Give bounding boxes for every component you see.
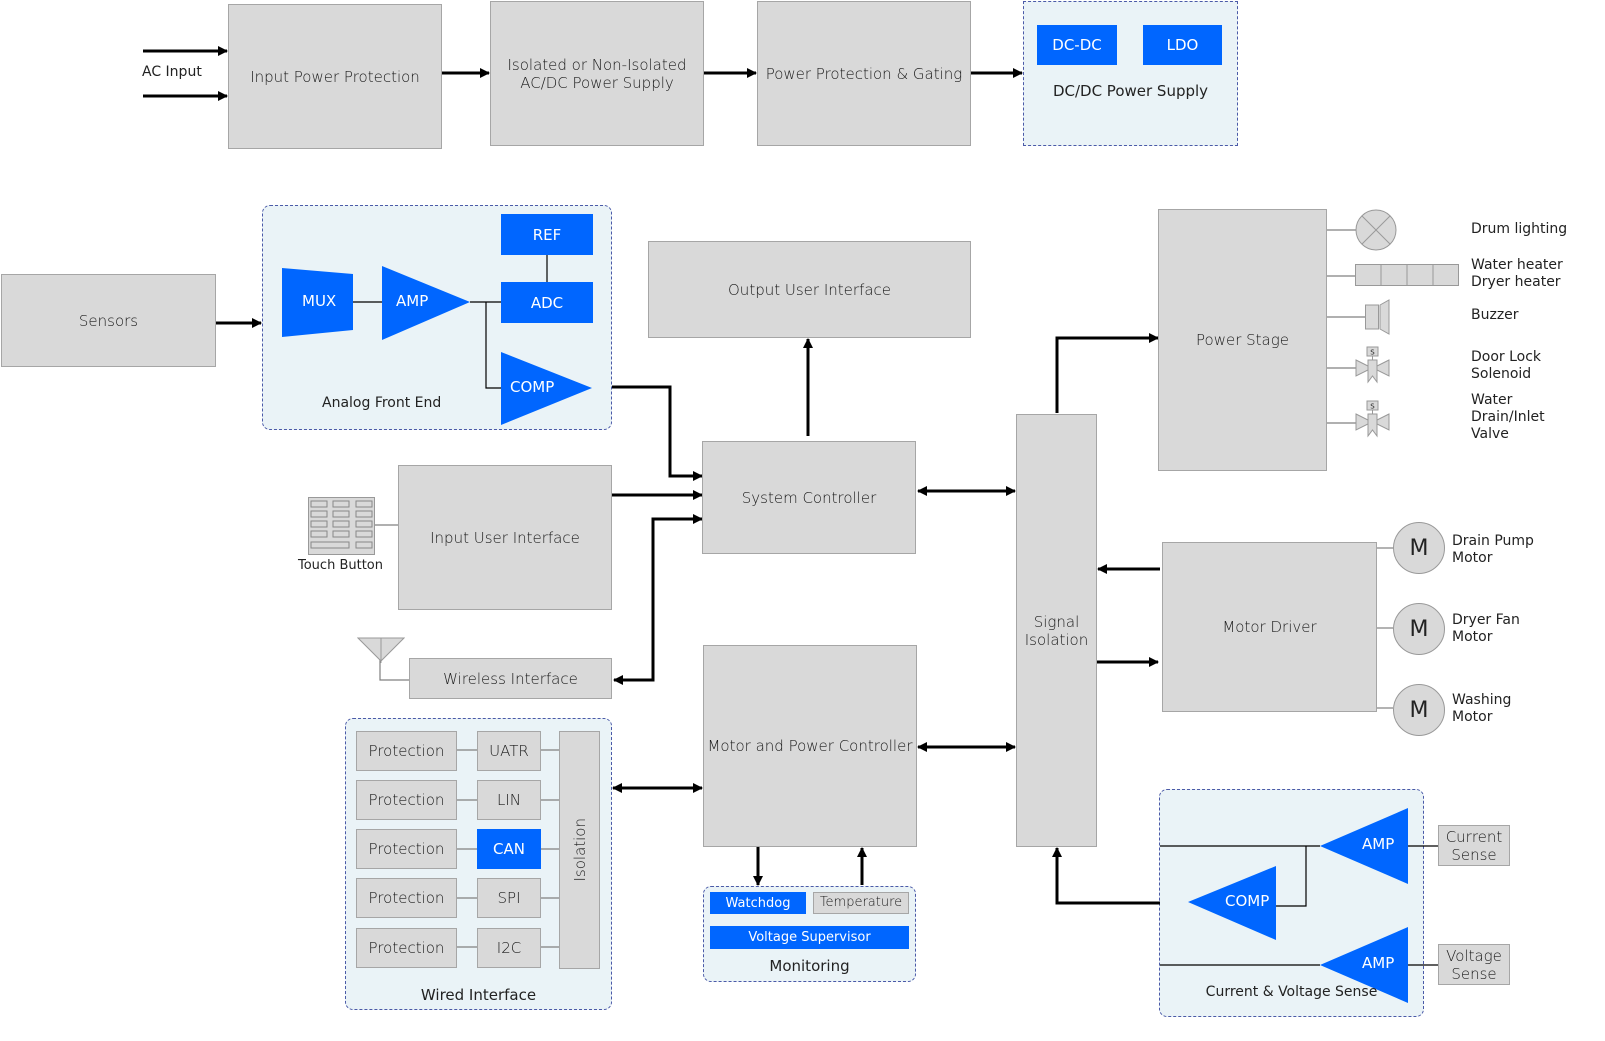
acdc-power-supply-block: Isolated or Non-Isolated AC/DC Power Sup… bbox=[490, 1, 704, 146]
monitoring-label: Monitoring bbox=[769, 957, 850, 975]
temperature-block: Temperature bbox=[813, 892, 909, 914]
sense-amp-top-label: AMP bbox=[1362, 835, 1395, 853]
afe-comp-label: COMP bbox=[510, 378, 555, 396]
bus-i2c: I2C bbox=[477, 928, 541, 968]
heater-icon bbox=[1355, 264, 1459, 286]
load-label-drum-lighting: Drum lighting bbox=[1471, 221, 1568, 237]
motor-driver-block: Motor Driver bbox=[1162, 542, 1377, 712]
watchdog-block: Watchdog bbox=[710, 892, 806, 914]
input-power-protection-block: Input Power Protection bbox=[228, 4, 442, 149]
acdc-line1: Isolated or Non-Isolated bbox=[507, 55, 687, 74]
bus-lin: LIN bbox=[477, 780, 541, 820]
power-stage-block: Power Stage bbox=[1158, 209, 1327, 471]
wired-interface-label: Wired Interface bbox=[420, 986, 537, 1004]
protection-block-can: Protection bbox=[356, 829, 457, 869]
ref-block: REF bbox=[501, 214, 593, 255]
adc-block: ADC bbox=[501, 282, 593, 323]
acdc-line2: AC/DC Power Supply bbox=[520, 73, 674, 92]
wireless-interface-block: Wireless Interface bbox=[409, 658, 612, 699]
output-user-interface-block: Output User Interface bbox=[648, 241, 971, 338]
bus-uatr: UATR bbox=[477, 731, 541, 771]
motor-power-controller-block: Motor and Power Controller bbox=[703, 645, 917, 847]
dc-dc-block: DC-DC bbox=[1037, 25, 1117, 65]
signal-isolation-block: Signal Isolation bbox=[1016, 414, 1097, 847]
afe-to-controller-arrow bbox=[612, 385, 703, 481]
sense-group-label: Current & Voltage Sense bbox=[1205, 984, 1378, 1000]
signal-isolation-line1: Signal bbox=[1033, 612, 1080, 631]
protection-block-i2c: Protection bbox=[356, 928, 457, 968]
sense-to-isolation-arrow bbox=[1052, 847, 1160, 905]
touch-button-label: Touch Button bbox=[298, 558, 383, 573]
water-valve-icon: S bbox=[1355, 400, 1391, 440]
afe-amp-label: AMP bbox=[396, 292, 429, 310]
sense-amp-bottom-label: AMP bbox=[1362, 954, 1395, 972]
keypad-icon bbox=[308, 497, 375, 555]
voltage-sense-block: Voltage Sense bbox=[1438, 944, 1510, 985]
lamp-icon bbox=[1355, 209, 1397, 251]
dcdc-group-label: DC/DC Power Supply bbox=[1052, 82, 1209, 100]
solenoid-marker-2: S bbox=[1370, 403, 1375, 411]
motor-label-drain-pump: Drain Pump Motor bbox=[1452, 533, 1534, 566]
mux-label: MUX bbox=[302, 292, 337, 310]
wireless-controller-link bbox=[613, 514, 703, 685]
signal-isolation-line2: Isolation bbox=[1024, 630, 1089, 649]
protection-block-uatr: Protection bbox=[356, 731, 457, 771]
motor-label-dryer-fan: Dryer Fan Motor bbox=[1452, 612, 1520, 645]
isolation-to-power-stage-arrow bbox=[1055, 333, 1159, 413]
load-label-buzzer: Buzzer bbox=[1471, 307, 1519, 323]
load-label-door-lock: Door Lock Solenoid bbox=[1471, 349, 1542, 382]
motor-symbol: M bbox=[1409, 697, 1429, 723]
motor-label-washing: Washing Motor bbox=[1452, 692, 1512, 725]
door-lock-solenoid-icon: S bbox=[1355, 346, 1391, 386]
bus-can: CAN bbox=[477, 829, 541, 869]
solenoid-marker-1: S bbox=[1370, 349, 1375, 357]
wired-isolation-label: Isolation bbox=[570, 818, 589, 882]
motor-icon-dryer-fan: M bbox=[1393, 603, 1445, 655]
sense-comp-label: COMP bbox=[1225, 892, 1270, 910]
system-controller-block: System Controller bbox=[702, 441, 916, 554]
afe-group-label: Analog Front End bbox=[322, 395, 442, 411]
motor-symbol: M bbox=[1409, 535, 1429, 561]
bus-spi: SPI bbox=[477, 878, 541, 918]
load-label-heaters: Water heater Dryer heater bbox=[1471, 257, 1563, 290]
protection-block-lin: Protection bbox=[356, 780, 457, 820]
motor-symbol: M bbox=[1409, 616, 1429, 642]
input-user-interface-block: Input User Interface bbox=[398, 465, 612, 610]
motor-icon-drain-pump: M bbox=[1393, 522, 1445, 574]
ac-input-label: AC Input bbox=[142, 64, 202, 80]
load-label-water-valve: Water Drain/Inlet Valve bbox=[1471, 392, 1545, 442]
antenna-icon bbox=[356, 637, 406, 663]
ldo-block: LDO bbox=[1143, 25, 1222, 65]
wired-isolation-block: Isolation bbox=[559, 731, 600, 969]
current-voltage-sense-group bbox=[1159, 789, 1424, 1017]
dcdc-power-supply-group bbox=[1023, 1, 1238, 146]
voltage-supervisor-block: Voltage Supervisor bbox=[710, 926, 909, 949]
motor-icon-washing: M bbox=[1393, 684, 1445, 736]
buzzer-icon bbox=[1365, 299, 1391, 335]
protection-block-spi: Protection bbox=[356, 878, 457, 918]
sensors-block: Sensors bbox=[1, 274, 216, 367]
power-protection-gating-block: Power Protection & Gating bbox=[757, 1, 971, 146]
current-sense-block: Current Sense bbox=[1438, 825, 1510, 866]
